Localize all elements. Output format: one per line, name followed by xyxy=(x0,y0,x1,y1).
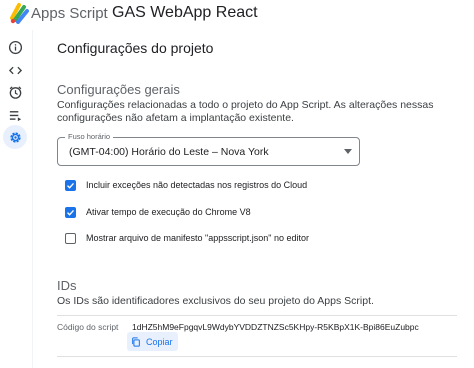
project-title[interactable]: GAS WebApp React xyxy=(112,4,258,22)
clock-icon xyxy=(9,85,21,99)
general-settings-title: Configurações gerais xyxy=(57,82,180,97)
script-id-value: 1dHZ5hM9eFpgqvL9WdybYVDDZTNZSc5KHpy-R5KB… xyxy=(132,322,419,332)
info-icon xyxy=(8,40,22,54)
timezone-value: (GMT-04:00) Horário do Leste – Nova York xyxy=(69,146,269,158)
show-manifest-label: Mostrar arquivo de manifesto "appsscript… xyxy=(86,233,309,243)
show-manifest-checkbox[interactable] xyxy=(65,232,76,244)
side-nav-rail xyxy=(0,30,30,368)
top-bar: Apps Script GAS WebApp React xyxy=(0,0,474,30)
nav-triggers[interactable] xyxy=(3,80,27,104)
script-id-label: Código do script xyxy=(57,322,119,332)
ids-top-divider xyxy=(57,315,457,316)
nav-settings[interactable] xyxy=(3,125,27,149)
option-cloud-logging[interactable]: Incluir exceções não detectadas nos regi… xyxy=(65,178,307,192)
timezone-select[interactable]: Fuso horário (GMT-04:00) Horário do Lest… xyxy=(57,132,360,166)
copy-button-label: Copiar xyxy=(146,336,173,347)
executions-icon xyxy=(9,110,21,121)
ids-title: IDs xyxy=(57,278,77,293)
cloud-logging-label: Incluir exceções não detectadas nos regi… xyxy=(86,180,308,190)
gear-icon xyxy=(9,131,21,143)
option-v8-runtime[interactable]: Ativar tempo de execução do Chrome V8 xyxy=(65,205,251,219)
settings-panel: Configurações do projeto Configurações g… xyxy=(33,30,474,368)
checkmark-icon xyxy=(67,209,74,216)
copy-icon xyxy=(132,336,140,347)
v8-runtime-label: Ativar tempo de execução do Chrome V8 xyxy=(86,207,251,217)
general-settings-description: Configurações relacionadas a todo o proj… xyxy=(57,99,434,124)
brand-name[interactable]: Apps Script xyxy=(31,5,108,22)
copy-script-id-button[interactable]: Copiar xyxy=(127,332,178,351)
apps-script-logo-icon[interactable] xyxy=(9,2,29,24)
ids-description: Os IDs são identificadores exclusivos do… xyxy=(57,295,374,307)
v8-runtime-checkbox[interactable] xyxy=(65,206,76,218)
ids-bottom-divider xyxy=(57,356,457,357)
checkmark-icon xyxy=(67,182,74,189)
dropdown-arrow-icon xyxy=(344,149,352,154)
code-icon xyxy=(8,66,22,74)
nav-overview[interactable] xyxy=(3,35,27,59)
cloud-logging-checkbox[interactable] xyxy=(65,179,76,191)
timezone-label: Fuso horário xyxy=(65,132,114,141)
nav-editor[interactable] xyxy=(3,58,27,82)
nav-executions[interactable] xyxy=(3,103,27,127)
option-show-manifest[interactable]: Mostrar arquivo de manifesto "appsscript… xyxy=(65,231,309,245)
page-title: Configurações do projeto xyxy=(57,40,214,56)
